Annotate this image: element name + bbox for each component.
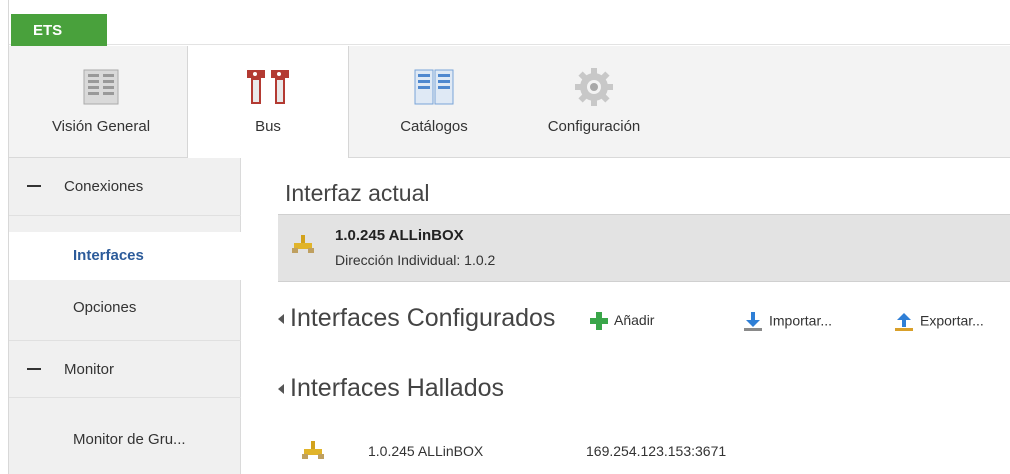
tab-catalogos[interactable]: Catálogos [369,46,499,158]
catalog-icon [414,69,454,105]
found-interface-name: 1.0.245 ALLinBOX [368,443,484,459]
collapse-icon [27,368,41,370]
expand-triangle-icon [278,314,284,325]
sidebar-group-label: Monitor [64,361,115,378]
sidebar-group-label: Conexiones [64,178,144,195]
tab-bus[interactable]: Bus [187,46,349,159]
tab-vision-general[interactable]: Visión General [31,46,171,158]
tab-label: Catálogos [400,118,468,135]
overview-icon [83,69,119,105]
current-interface-title: Interfaz actual [285,180,430,206]
add-button[interactable]: Añadir [590,312,655,331]
import-icon [744,312,762,331]
action-label: Importar... [769,312,833,329]
main-panel: Interfaz actual 1.0.245 ALLinBOX Direcci… [242,158,1010,474]
section-title: Interfaces Configurados [290,304,556,332]
configured-interfaces-header[interactable]: Interfaces Configurados [278,304,555,333]
title-bar: ETS [9,8,1010,52]
gear-icon [575,68,613,106]
sidebar-item-opciones[interactable]: Opciones [9,284,241,332]
tab-label: Visión General [51,118,151,135]
sidebar-group-monitor[interactable]: Monitor [9,340,241,398]
found-interfaces-header[interactable]: Interfaces Hallados [278,374,504,403]
action-label: Añadir [614,312,655,328]
tab-label: Bus [255,118,281,135]
sidebar-group-conexiones[interactable]: Conexiones [9,158,241,216]
bus-icon [247,70,289,104]
tab-configuracion[interactable]: Configuración [519,46,669,158]
interface-plug-icon [302,441,324,459]
import-button[interactable]: Importar... [743,312,832,332]
add-icon [590,312,608,331]
section-title: Interfaces Hallados [290,374,505,402]
sidebar-item-monitor-grupo[interactable]: Monitor de Gru... [9,416,241,464]
divider-notch [23,398,51,408]
export-icon [895,313,913,331]
interface-plug-icon [292,235,314,253]
current-interface-address: Dirección Individual: 1.0.2 [335,252,496,268]
collapse-icon [27,185,41,187]
action-label: Exportar... [920,312,984,329]
divider-notch [23,216,51,226]
tab-label: Configuración [547,118,641,135]
sidebar-item-interfaces[interactable]: Interfaces [9,232,242,280]
found-interface-row[interactable]: 1.0.245 ALLinBOX 169.254.123.153:3671 [278,429,1010,474]
sidebar: Conexiones Interfaces Opciones Monitor M… [9,158,242,474]
current-interface-name: 1.0.245 ALLinBOX [335,227,464,244]
expand-triangle-icon [278,384,284,395]
ribbon: Visión General Bus Catálogos Configuraci… [9,46,1010,159]
ets-window: ETS Visión General Bus Catálogos Configu… [8,0,1010,474]
found-interface-address: 169.254.123.153:3671 [586,443,727,459]
export-button[interactable]: Exportar... [894,312,984,332]
current-interface-row[interactable]: 1.0.245 ALLinBOX Dirección Individual: 1… [278,214,1010,282]
